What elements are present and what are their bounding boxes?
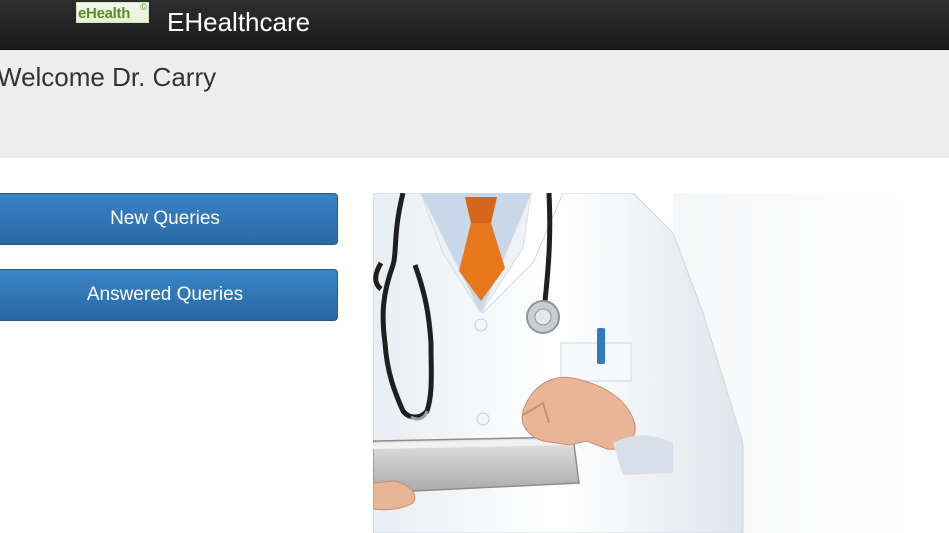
logo-text: eHealth [78, 5, 131, 22]
brand-title[interactable]: EHealthcare [167, 7, 310, 37]
logo-mark-icon: © [140, 2, 147, 12]
new-queries-button[interactable]: New Queries [0, 193, 338, 245]
doctor-image [373, 193, 949, 533]
welcome-banner: Welcome Dr. Carry [0, 50, 949, 158]
answered-queries-button[interactable]: Answered Queries [0, 269, 338, 321]
welcome-message: Welcome Dr. Carry [0, 62, 217, 92]
top-navbar: eHealth © EHealthcare [0, 0, 949, 50]
doctor-illustration-icon [373, 193, 949, 533]
ehealth-logo[interactable]: eHealth © [76, 2, 149, 23]
